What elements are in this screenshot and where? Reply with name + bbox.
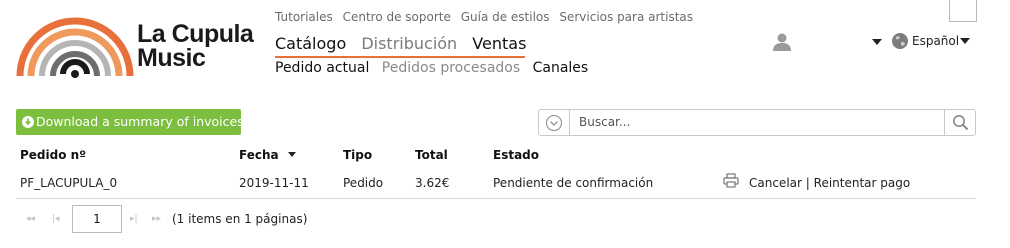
cell-total: 3.62€ [415,176,450,190]
cell-estado: Pendiente de confirmación [493,176,654,190]
nav-underline [275,56,525,58]
pager-next-icon[interactable]: ▸| [130,214,138,224]
download-summary-button[interactable]: Download a summary of invoices [16,109,244,135]
chevron-down-circle-icon [545,114,563,132]
subnav-pedidos-procesados[interactable]: Pedidos procesados [382,60,520,76]
sort-desc-icon [287,152,296,157]
action-separator: | [805,176,810,190]
pager-last-icon[interactable]: ▸▸ [152,214,161,224]
pager-first-icon[interactable]: ◂◂ [26,214,35,224]
top-link-tutoriales[interactable]: Tutoriales [275,10,333,24]
globe-icon [892,33,908,49]
col-header-estado[interactable]: Estado [493,148,539,162]
search-icon [953,115,969,131]
retry-payment-link[interactable]: Reintentar pago [814,176,911,190]
sub-nav: Pedido actual Pedidos procesados Canales [275,60,596,76]
cell-tipo: Pedido [343,176,384,190]
pager-prev-icon[interactable]: |◂ [52,214,60,224]
printer-icon[interactable] [723,173,739,188]
cell-pedido: PF_LACUPULA_0 [20,176,118,190]
top-link-soporte[interactable]: Centro de soporte [343,10,451,24]
search-button[interactable] [944,110,975,135]
logo-rainbow-icon [16,17,134,78]
language-selector[interactable]: Español [912,34,959,48]
top-link-servicios[interactable]: Servicios para artistas [559,10,693,24]
top-link-estilos[interactable]: Guía de estilos [461,10,550,24]
cancel-link[interactable]: Cancelar [749,176,802,190]
table-divider [16,198,976,199]
language-chevron-down-icon[interactable] [960,38,970,44]
nav-distribucion[interactable]: Distribución [361,34,457,53]
user-menu-chevron-down-icon[interactable] [872,39,882,45]
brand-line2: Music [137,44,206,72]
main-nav: Catálogo Distribución Ventas [275,34,536,53]
brand-logo[interactable]: La Cupula Music [16,12,266,78]
nav-catalogo[interactable]: Catálogo [275,34,346,53]
pager-page-input[interactable]: 1 [72,205,122,233]
pager-info: (1 items en 1 páginas) [172,212,308,226]
subnav-pedido-actual[interactable]: Pedido actual [275,60,369,76]
col-header-pedido[interactable]: Pedido nº [20,148,86,162]
cell-fecha: 2019-11-11 [239,176,309,190]
nav-ventas[interactable]: Ventas [472,34,526,53]
top-right-box[interactable] [949,0,977,22]
search-input[interactable] [579,114,939,130]
subnav-canales[interactable]: Canales [533,60,589,76]
col-header-fecha-label: Fecha [239,148,279,162]
row-actions: Cancelar | Reintentar pago [749,176,910,190]
col-header-total[interactable]: Total [415,148,448,162]
user-icon[interactable] [772,32,792,52]
col-header-fecha[interactable]: Fecha [239,148,296,162]
download-summary-label: Download a summary of invoices [36,114,244,129]
download-icon [22,116,34,128]
search-bar [538,109,976,136]
language-label: Español [912,34,960,48]
search-toggle[interactable] [539,110,570,135]
col-header-tipo[interactable]: Tipo [343,148,372,162]
top-links: Tutoriales Centro de soporte Guía de est… [275,10,699,24]
